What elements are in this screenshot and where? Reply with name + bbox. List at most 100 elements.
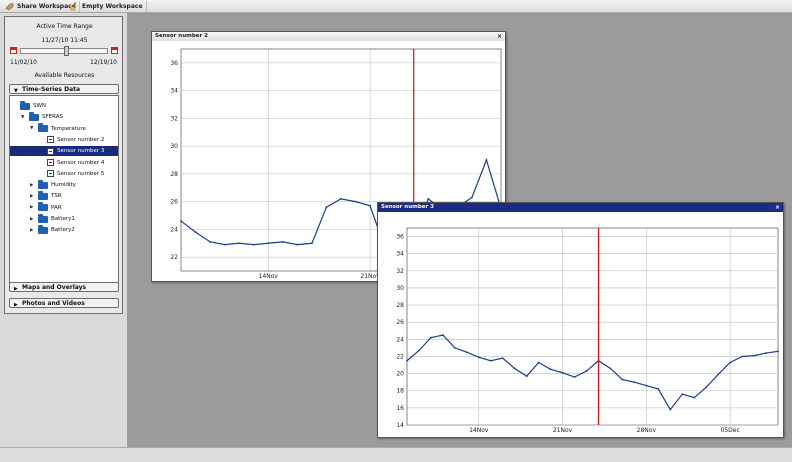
y-tick-label: 18 — [396, 388, 404, 395]
chevron-right-icon: ▶ — [14, 286, 18, 292]
chevron-right-icon[interactable]: ▶ — [30, 228, 35, 233]
tree-item[interactable]: ▶ TSR — [30, 190, 62, 201]
section-maps-overlays[interactable]: ▶ Maps and Overlays — [9, 282, 119, 292]
data-point — [537, 361, 540, 364]
x-tick-label: 14Nov — [469, 427, 489, 434]
sensor-icon — [47, 170, 54, 178]
x-tick-label: 21Nov — [553, 427, 573, 434]
line-chart[interactable]: 14 16 18 20 22 24 26 28 30 32 34 36 14Nov 21Nov 28Nov 0… — [378, 212, 785, 439]
data-point — [585, 370, 588, 372]
data-point — [501, 357, 504, 360]
tree-item-label: SWN — [33, 103, 47, 109]
chevron-right-icon[interactable]: ▶ — [30, 194, 35, 199]
chevron-down-icon[interactable]: ▼ — [21, 115, 26, 120]
tree-item[interactable]: ▼ SFERAS — [21, 111, 63, 122]
data-point — [427, 197, 430, 200]
plot-area — [406, 227, 779, 426]
data-point — [489, 359, 492, 362]
tree-item[interactable]: Sensor number 4 — [39, 158, 104, 168]
time-range-slider-thumb[interactable] — [64, 46, 70, 56]
section-time-series[interactable]: ▼ Time-Series Data — [9, 84, 119, 94]
data-point — [729, 361, 732, 364]
data-point — [669, 408, 672, 411]
y-tick-label: 30 — [170, 143, 178, 150]
data-point — [621, 378, 624, 381]
folder-icon — [38, 190, 48, 200]
tree-item[interactable]: ▶ Battery1 — [30, 213, 75, 224]
start-calendar-icon[interactable] — [10, 47, 17, 54]
tree-item[interactable]: Sensor number 2 — [39, 135, 104, 145]
main-toolbar: Share Workspace Empty Workspace — [0, 0, 792, 13]
tree-item-label: Battery2 — [51, 227, 75, 234]
folder-icon — [20, 100, 30, 110]
tree-item[interactable]: SWN — [12, 100, 47, 111]
tree-item[interactable]: ▶ Battery2 — [30, 224, 75, 235]
data-point — [418, 349, 420, 352]
data-point — [471, 196, 473, 199]
tree-item-label: SFERAS — [42, 114, 63, 121]
chevron-right-icon[interactable]: ▶ — [30, 217, 35, 222]
data-point — [369, 204, 371, 207]
tree-item[interactable]: Sensor number 3 — [10, 146, 118, 157]
window-title-bar[interactable]: Sensor number 3 × — [378, 203, 783, 212]
section-photos-videos[interactable]: ▶ Photos and Videos — [9, 298, 119, 308]
data-point — [609, 367, 612, 370]
data-point — [633, 381, 636, 384]
tree-item-label: Sensor number 4 — [57, 159, 105, 166]
y-tick-label: 28 — [170, 171, 178, 178]
status-bar — [0, 447, 792, 462]
y-tick-label: 22 — [396, 353, 404, 360]
x-tick-label: 14Nov — [259, 273, 279, 280]
data-point — [753, 354, 755, 357]
time-range-slider[interactable] — [20, 46, 108, 56]
tree-item[interactable]: Sensor number 5 — [39, 169, 104, 179]
data-point — [354, 200, 357, 203]
y-tick-label: 16 — [396, 405, 404, 412]
tree-item[interactable]: ▼ Temperature — [30, 123, 86, 134]
data-point — [180, 220, 182, 222]
chevron-right-icon[interactable]: ▶ — [30, 183, 35, 188]
chart-window-sensor-3[interactable]: Sensor number 3 × 14 16 18 20 22 24 26 28 30 32 34… — [377, 202, 784, 438]
close-icon[interactable]: × — [775, 203, 780, 212]
y-tick-label: 34 — [396, 251, 404, 258]
y-tick-label: 32 — [396, 268, 404, 275]
sensor-icon — [47, 159, 54, 166]
data-point — [296, 243, 299, 246]
window-title: Sensor number 3 — [381, 204, 434, 210]
y-tick-label: 34 — [170, 88, 178, 95]
data-point — [561, 371, 564, 374]
tree-item[interactable]: ▶ PAR — [30, 202, 62, 213]
folder-icon — [38, 123, 48, 133]
data-point — [525, 375, 528, 378]
data-point — [406, 359, 408, 362]
folder-icon — [38, 224, 48, 234]
y-tick-label: 14 — [396, 422, 404, 429]
y-tick-label: 32 — [170, 115, 178, 122]
window-title-bar[interactable]: Sensor number 2 × — [152, 32, 505, 41]
time-range-max: 12/19/10 — [90, 59, 117, 66]
chevron-down-icon[interactable]: ▼ — [30, 126, 35, 131]
y-tick-label: 36 — [396, 234, 404, 241]
time-series-tree: SWN ▼ SFERAS ▼ Temperature Sensor number 2 Sen… — [9, 95, 119, 285]
x-tick-label: 05Dec — [721, 427, 740, 434]
empty-workspace-button[interactable]: Empty Workspace — [67, 1, 147, 12]
data-point — [340, 197, 342, 200]
data-point — [223, 243, 226, 246]
end-calendar-icon[interactable] — [111, 47, 118, 54]
data-point — [549, 368, 552, 371]
window-title: Sensor number 2 — [155, 33, 208, 39]
share-icon — [5, 3, 14, 11]
tree-item[interactable]: ▶ Humidity — [30, 179, 76, 190]
data-point — [311, 242, 313, 245]
data-point — [657, 388, 660, 390]
chevron-right-icon[interactable]: ▶ — [30, 205, 35, 210]
close-icon[interactable]: × — [497, 32, 502, 41]
folder-icon — [29, 111, 39, 121]
tree-item-label: Sensor number 3 — [57, 148, 105, 155]
chevron-right-icon: ▶ — [14, 302, 18, 308]
section-label: Maps and Overlays — [22, 284, 87, 291]
data-point — [442, 334, 444, 336]
tree-item-label: Battery1 — [51, 216, 75, 222]
data-point — [513, 367, 516, 370]
data-point — [741, 355, 743, 358]
